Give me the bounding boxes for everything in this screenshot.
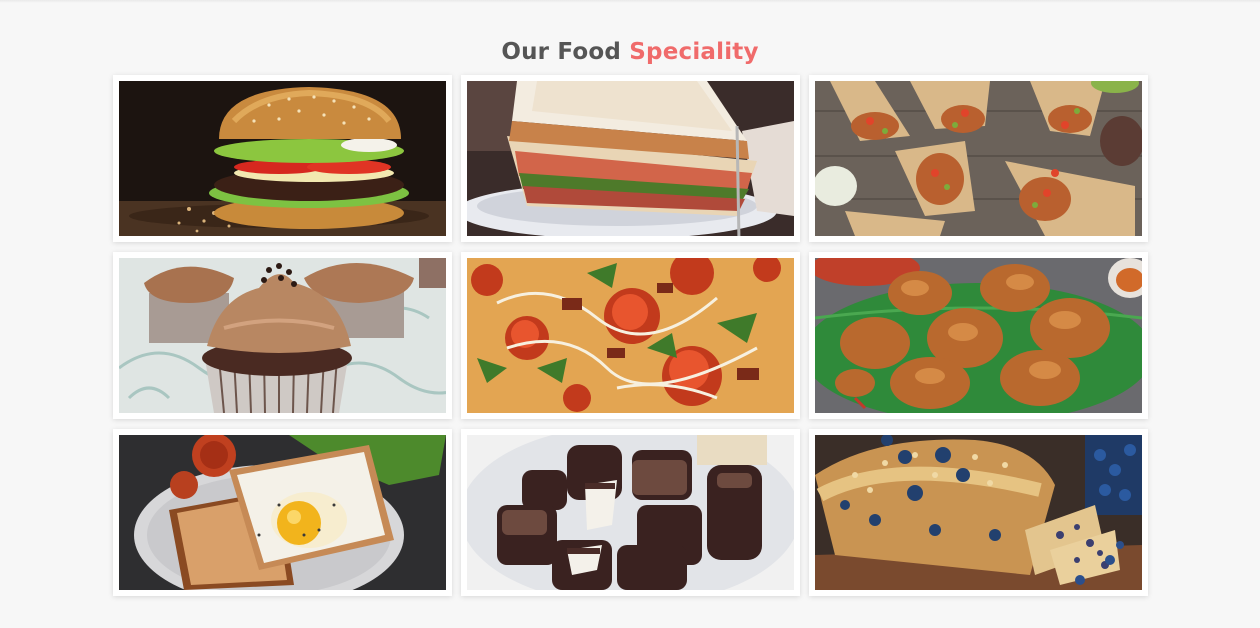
sandwich-photo[interactable] — [467, 81, 794, 236]
food-gallery — [113, 75, 1148, 596]
gallery-item-sandwich[interactable] — [461, 75, 800, 242]
cupcake-photo[interactable] — [119, 258, 446, 413]
fried-chicken-photo[interactable] — [815, 258, 1142, 413]
burger-photo[interactable] — [119, 81, 446, 236]
gallery-item-egg-toast[interactable] — [113, 429, 452, 596]
blueberry-bread-photo[interactable] — [815, 435, 1142, 590]
chocolates-photo[interactable] — [467, 435, 794, 590]
gallery-item-pizza[interactable] — [461, 252, 800, 419]
section-title: Our Food Speciality — [0, 36, 1260, 68]
title-prefix: Our Food — [501, 39, 622, 65]
header-shadow — [0, 0, 1260, 3]
gallery-item-burger[interactable] — [113, 75, 452, 242]
gallery-item-wraps[interactable] — [809, 75, 1148, 242]
gallery-item-fried-chicken[interactable] — [809, 252, 1148, 419]
gallery-item-blueberry-bread[interactable] — [809, 429, 1148, 596]
gallery-item-chocolates[interactable] — [461, 429, 800, 596]
pizza-photo[interactable] — [467, 258, 794, 413]
wraps-photo[interactable] — [815, 81, 1142, 236]
title-accent: Speciality — [629, 39, 759, 65]
gallery-item-cupcakes[interactable] — [113, 252, 452, 419]
egg-toast-photo[interactable] — [119, 435, 446, 590]
